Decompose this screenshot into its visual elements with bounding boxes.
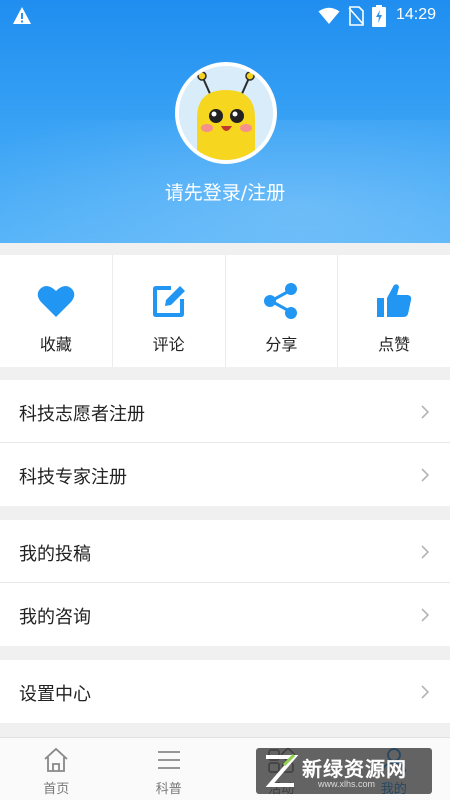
tab-science[interactable]: 科普 [113,738,226,800]
like-button[interactable]: 点赞 [338,255,450,367]
heart-icon [37,285,75,317]
menu-item-label: 科技志愿者注册 [19,404,145,425]
share-label: 分享 [265,335,298,354]
menu-item-expert-register[interactable]: 科技专家注册 [0,443,450,506]
menu-item-label: 我的投稿 [19,544,91,565]
chevron-right-icon [421,405,430,419]
menu-item-my-submissions[interactable]: 我的投稿 [0,520,450,583]
no-sim-icon [348,6,364,26]
warning-icon [13,7,31,24]
chevron-right-icon [421,685,430,699]
profile-header: 14:29 请先登录/注册 [0,0,450,243]
share-button[interactable]: 分享 [226,255,339,367]
quick-actions: 收藏 评论 分享 点赞 [0,255,450,367]
menu-item-label: 设置中心 [19,684,91,705]
tab-home[interactable]: 首页 [0,738,113,800]
menu-item-label: 我的咨询 [19,607,91,628]
status-time: 14:29 [396,6,437,23]
thumbs-up-icon [377,284,412,317]
menu-item-label: 科技专家注册 [19,467,127,488]
menu-group-my-content: 我的投稿 我的咨询 [0,520,450,646]
tab-home-label: 首页 [43,782,70,797]
status-bar: 14:29 [0,0,450,32]
wifi-icon [318,7,340,24]
watermark: 新绿资源网 www.xlhs.com [256,748,432,794]
avatar[interactable] [175,62,277,164]
mascot-avatar-icon [179,66,273,160]
chevron-right-icon [421,608,430,622]
favorites-label: 收藏 [39,335,72,354]
edit-icon [152,286,185,317]
chevron-right-icon [421,468,430,482]
list-icon [157,751,180,769]
menu-group-registration: 科技志愿者注册 科技专家注册 [0,380,450,506]
favorites-button[interactable]: 收藏 [0,255,113,367]
watermark-text: 新绿资源网 [302,757,407,781]
like-label: 点赞 [378,335,411,354]
login-register-link[interactable]: 请先登录/注册 [0,178,450,205]
chevron-right-icon [421,545,430,559]
menu-item-my-consultations[interactable]: 我的咨询 [0,583,450,646]
menu-item-volunteer-register[interactable]: 科技志愿者注册 [0,380,450,443]
home-icon [44,747,68,772]
watermark-url: www.xlhs.com [318,779,376,789]
tab-science-label: 科普 [155,782,182,797]
comments-button[interactable]: 评论 [113,255,226,367]
menu-group-settings: 设置中心 [0,660,450,723]
share-icon [264,283,298,319]
comments-label: 评论 [152,335,185,354]
battery-charging-icon [372,5,386,27]
watermark-logo-icon [265,753,299,787]
menu-item-settings-center[interactable]: 设置中心 [0,660,450,723]
